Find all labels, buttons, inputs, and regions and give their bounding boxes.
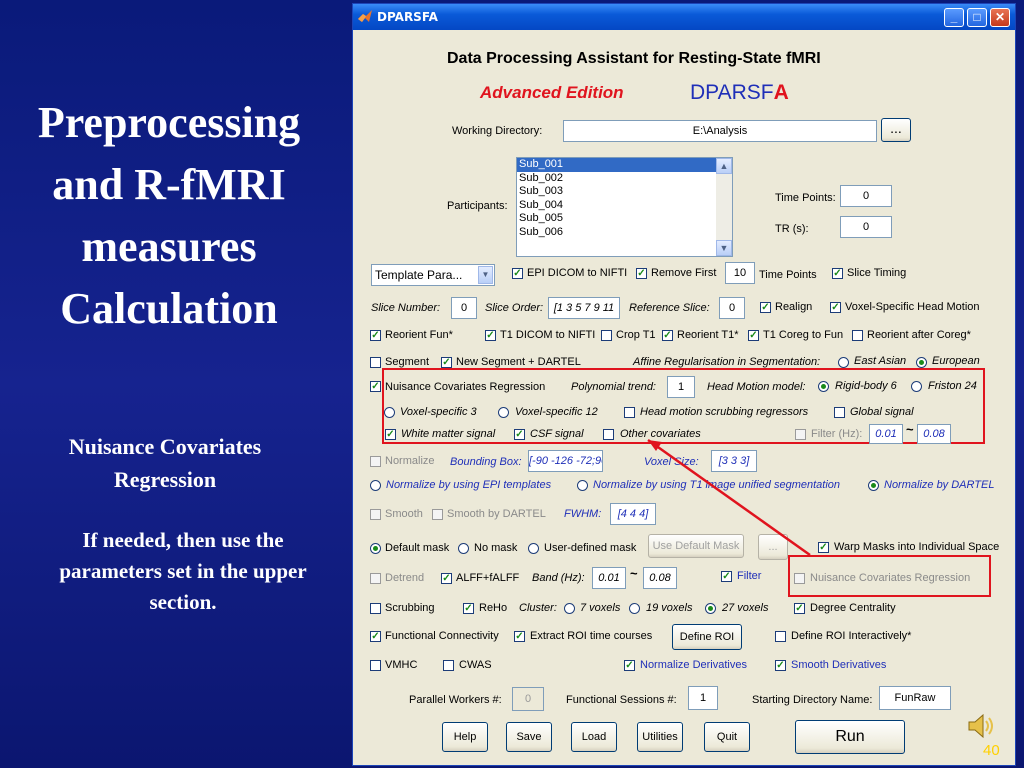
annotation-arrow (647, 438, 811, 557)
page-number: 40 (983, 742, 1000, 759)
speaker-icon[interactable] (966, 712, 996, 740)
